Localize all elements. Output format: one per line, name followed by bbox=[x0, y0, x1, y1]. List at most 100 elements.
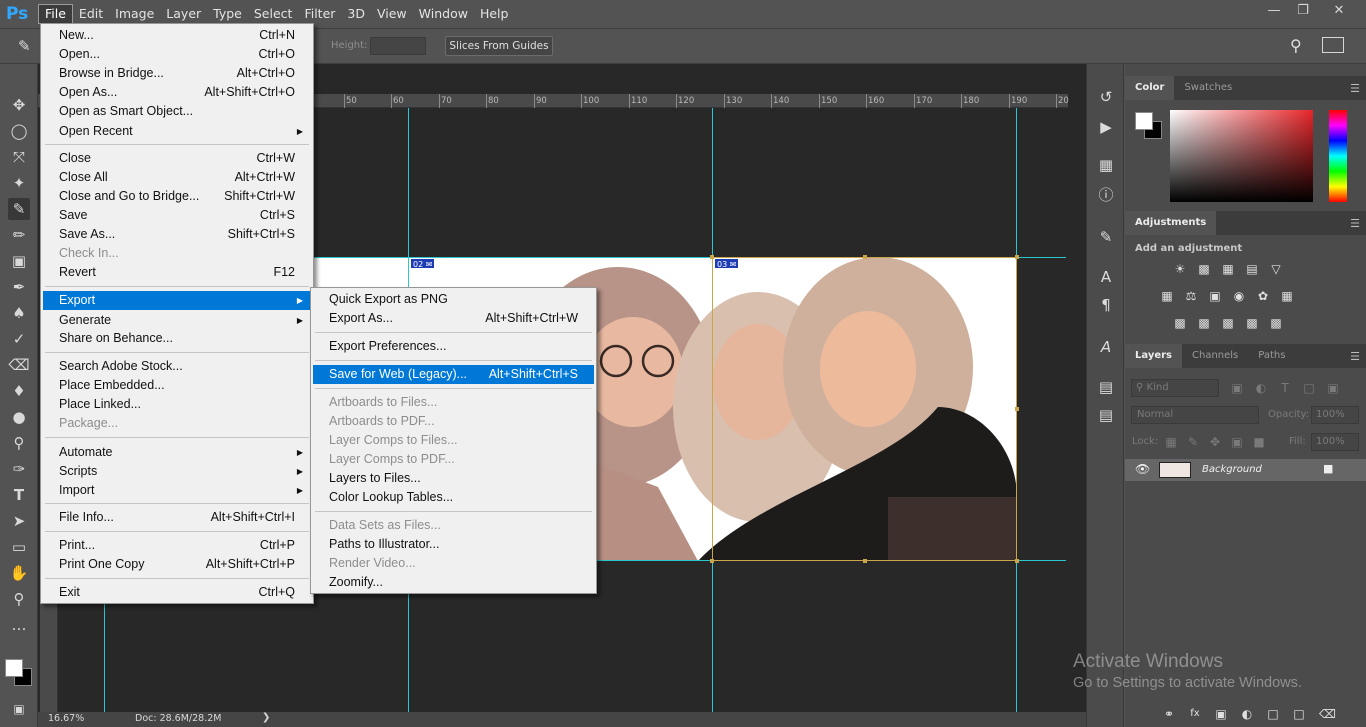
channel-mixer-icon[interactable]: ✿ bbox=[1255, 289, 1271, 303]
menu-3d[interactable]: 3D bbox=[341, 4, 371, 24]
status-menu-arrow-icon[interactable]: ❯ bbox=[262, 712, 270, 723]
menu-type[interactable]: Type bbox=[207, 4, 248, 24]
menu-item-save-for-web-legacy[interactable]: Save for Web (Legacy)... Alt+Shift+Ctrl+S bbox=[313, 365, 594, 384]
invert-icon[interactable]: ▩ bbox=[1172, 316, 1188, 330]
menu-item-share-on-behance[interactable]: Share on Behance... bbox=[41, 329, 313, 348]
layer-name[interactable]: Background bbox=[1202, 464, 1262, 475]
move-tool-icon[interactable]: ✥ bbox=[8, 94, 30, 116]
menu-item-export[interactable]: Export ▶ bbox=[43, 291, 311, 310]
actions-play-icon[interactable]: ▶ bbox=[1095, 116, 1117, 138]
blend-mode-select[interactable]: Normal bbox=[1131, 406, 1259, 424]
frame-tool-icon[interactable]: ▣ bbox=[8, 250, 30, 272]
menu-item-color-lookup-tables[interactable]: Color Lookup Tables... bbox=[311, 488, 596, 507]
exposure-icon[interactable]: ▤ bbox=[1244, 262, 1260, 276]
menu-item-print-one-copy[interactable]: Print One Copy Alt+Shift+Ctrl+P bbox=[41, 555, 313, 574]
workspace-icon[interactable] bbox=[1322, 37, 1344, 53]
glyphs-icon[interactable]: A bbox=[1095, 336, 1117, 358]
slice-handle[interactable] bbox=[863, 255, 867, 259]
brightness-icon[interactable]: ☀ bbox=[1172, 262, 1188, 276]
hue-saturation-icon[interactable]: ▦ bbox=[1159, 289, 1175, 303]
zoom-level[interactable]: 16.67% bbox=[48, 713, 84, 724]
menu-item-place-linked[interactable]: Place Linked... bbox=[41, 395, 313, 414]
menu-item-print[interactable]: Print... Ctrl+P bbox=[41, 536, 313, 555]
add-mask-icon[interactable]: ▣ bbox=[1213, 707, 1229, 721]
height-input[interactable] bbox=[370, 37, 426, 55]
photo-filter-icon[interactable]: ◉ bbox=[1231, 289, 1247, 303]
filter-pixel-icon[interactable]: ▣ bbox=[1229, 381, 1245, 395]
menu-item-layers-to-files[interactable]: Layers to Files... bbox=[311, 469, 596, 488]
more-tools-icon[interactable]: … bbox=[8, 614, 30, 636]
zoom-tool-icon[interactable]: ⚲ bbox=[8, 588, 30, 610]
menu-item-new[interactable]: New... Ctrl+N bbox=[41, 26, 313, 45]
menu-item-paths-to-illustrator[interactable]: Paths to Illustrator... bbox=[311, 535, 596, 554]
tab-paths[interactable]: Paths bbox=[1248, 344, 1295, 368]
color-picker-field[interactable] bbox=[1170, 110, 1313, 202]
lock-artboard-icon[interactable]: ▣ bbox=[1229, 435, 1245, 449]
levels-icon[interactable]: ▩ bbox=[1196, 262, 1212, 276]
paint-bucket-tool-icon[interactable]: ♦ bbox=[8, 380, 30, 402]
lock-transparent-icon[interactable]: ▦ bbox=[1163, 435, 1179, 449]
link-layers-icon[interactable]: ⚭ bbox=[1161, 707, 1177, 721]
menu-item-search-adobe-stock[interactable]: Search Adobe Stock... bbox=[41, 357, 313, 376]
menu-edit[interactable]: Edit bbox=[73, 4, 109, 24]
new-adjustment-layer-icon[interactable]: ◐ bbox=[1239, 707, 1255, 721]
paragraph-icon[interactable]: ¶ bbox=[1095, 294, 1117, 316]
slices-from-guides-button[interactable]: Slices From Guides bbox=[445, 36, 553, 56]
hue-slider[interactable] bbox=[1329, 110, 1347, 202]
type-tool-icon[interactable]: T bbox=[8, 484, 30, 506]
brush-settings-icon[interactable]: ✎ bbox=[1095, 226, 1117, 248]
menu-item-open-recent[interactable]: Open Recent ▶ bbox=[41, 122, 313, 141]
filter-adjustment-icon[interactable]: ◐ bbox=[1253, 381, 1269, 395]
menu-item-open-as-smart-object[interactable]: Open as Smart Object... bbox=[41, 102, 313, 121]
menu-item-scripts[interactable]: Scripts ▶ bbox=[41, 462, 313, 481]
posterize-icon[interactable]: ▩ bbox=[1196, 316, 1212, 330]
search-icon[interactable]: ⚲ bbox=[1290, 36, 1302, 55]
restore-icon[interactable]: ❐ bbox=[1288, 0, 1318, 24]
opacity-input[interactable]: 100% bbox=[1311, 406, 1359, 424]
slice-handle[interactable] bbox=[1015, 255, 1019, 259]
marquee-tool-icon[interactable]: ◯ bbox=[8, 120, 30, 142]
delete-layer-icon[interactable]: ⌫ bbox=[1319, 707, 1336, 721]
quick-select-tool-icon[interactable]: ✦ bbox=[8, 172, 30, 194]
history-brush-tool-icon[interactable]: ✓ bbox=[8, 328, 30, 350]
layer-style-icon[interactable]: fx bbox=[1187, 707, 1203, 721]
menu-item-close-and-go-to-bridge[interactable]: Close and Go to Bridge... Shift+Ctrl+W bbox=[41, 187, 313, 206]
menu-file[interactable]: File bbox=[38, 4, 73, 24]
lock-all-icon[interactable]: ■ bbox=[1251, 435, 1267, 449]
slice-handle[interactable] bbox=[863, 559, 867, 563]
menu-item-revert[interactable]: Revert F12 bbox=[41, 263, 313, 282]
pen-tool-icon[interactable]: ✑ bbox=[8, 458, 30, 480]
slice-handle[interactable] bbox=[1015, 407, 1019, 411]
3d-icon[interactable]: ▦ bbox=[1095, 154, 1117, 176]
minimize-icon[interactable]: — bbox=[1259, 0, 1289, 24]
threshold-icon[interactable]: ▩ bbox=[1220, 316, 1236, 330]
eyedropper-tool-icon[interactable]: ✏ bbox=[8, 224, 30, 246]
selected-slice[interactable] bbox=[712, 257, 1017, 561]
menu-item-open-as[interactable]: Open As... Alt+Shift+Ctrl+O bbox=[41, 83, 313, 102]
slice-handle[interactable] bbox=[710, 255, 714, 259]
menu-item-save-as[interactable]: Save As... Shift+Ctrl+S bbox=[41, 225, 313, 244]
color-foreground-swatch[interactable] bbox=[1135, 112, 1153, 130]
stamp-tool-icon[interactable]: ♠ bbox=[8, 302, 30, 324]
foreground-color-swatch[interactable] bbox=[5, 659, 23, 677]
color-lookup-icon[interactable]: ▦ bbox=[1279, 289, 1295, 303]
lock-position-icon[interactable]: ✥ bbox=[1207, 435, 1223, 449]
black-white-icon[interactable]: ▣ bbox=[1207, 289, 1223, 303]
character-icon[interactable]: A bbox=[1095, 266, 1117, 288]
panel-menu-icon[interactable]: ☰ bbox=[1350, 217, 1360, 230]
selective-color-icon[interactable]: ▩ bbox=[1244, 316, 1260, 330]
info-icon[interactable]: ⓘ bbox=[1095, 184, 1117, 206]
vibrance-icon[interactable]: ▽ bbox=[1268, 262, 1284, 276]
menu-layer[interactable]: Layer bbox=[160, 4, 207, 24]
tab-channels[interactable]: Channels bbox=[1182, 344, 1248, 368]
menu-item-save[interactable]: Save Ctrl+S bbox=[41, 206, 313, 225]
dodge-tool-icon[interactable]: ⚲ bbox=[8, 432, 30, 454]
hand-tool-icon[interactable]: ✋ bbox=[8, 562, 30, 584]
menu-item-exit[interactable]: Exit Ctrl+Q bbox=[41, 583, 313, 602]
filter-shape-icon[interactable]: □ bbox=[1301, 381, 1317, 395]
menu-select[interactable]: Select bbox=[248, 4, 299, 24]
gradient-map-icon[interactable]: ▩ bbox=[1268, 316, 1284, 330]
tab-color[interactable]: Color bbox=[1125, 76, 1175, 100]
menu-item-zoomify[interactable]: Zoomify... bbox=[311, 573, 596, 592]
notes-icon[interactable]: ▤ bbox=[1095, 404, 1117, 426]
